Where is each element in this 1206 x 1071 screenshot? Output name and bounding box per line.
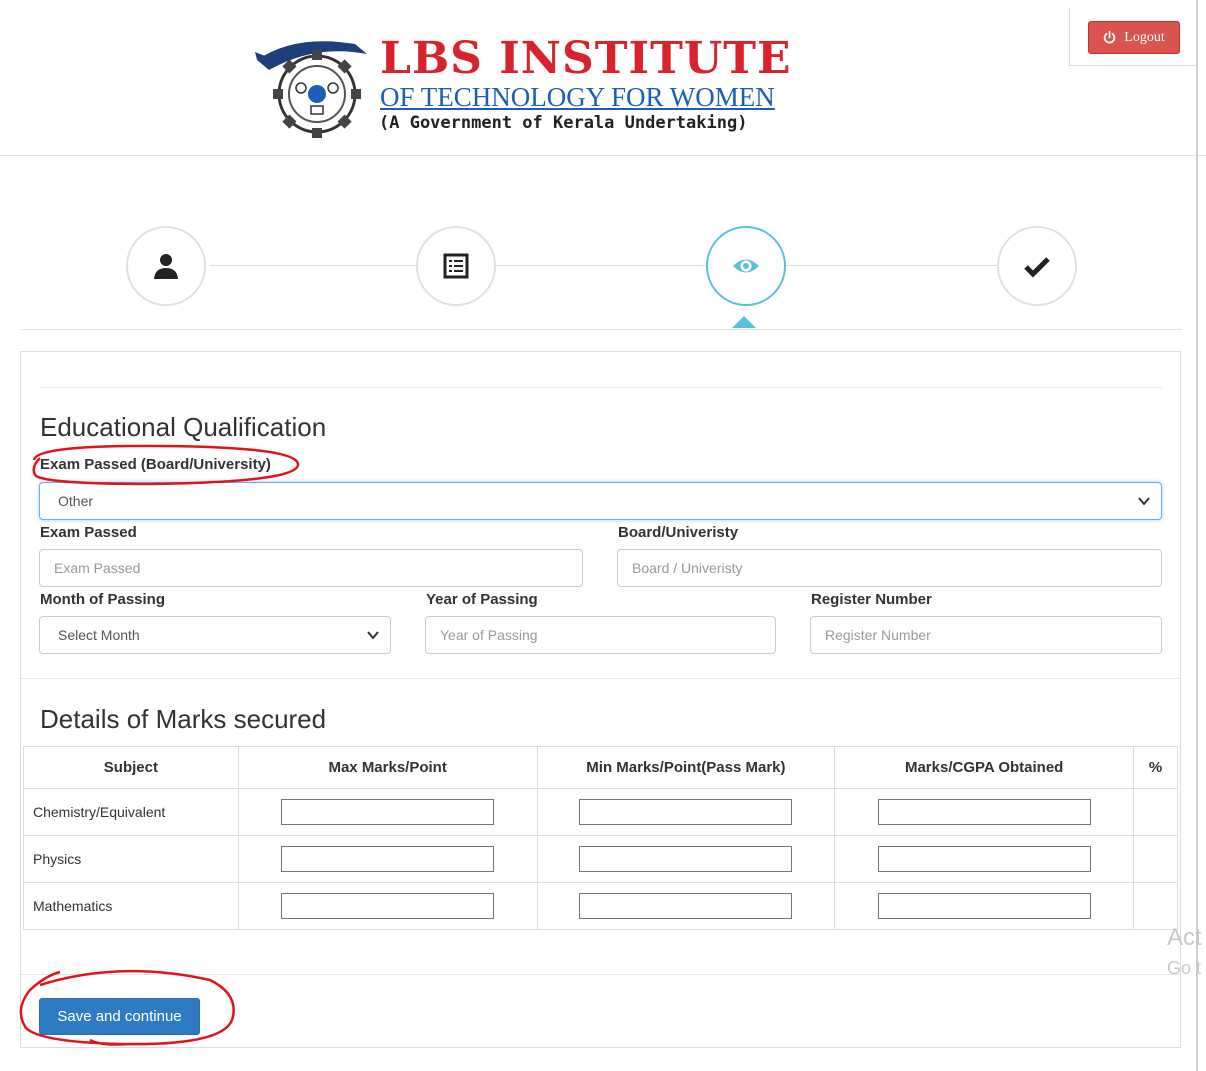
active-step-caret bbox=[732, 316, 756, 328]
table-row: Mathematics bbox=[23, 882, 1178, 930]
obtained-marks-input[interactable] bbox=[877, 846, 1091, 872]
table-header-row: Subject Max Marks/Point Min Marks/Point(… bbox=[23, 746, 1178, 789]
divider bbox=[39, 387, 1162, 388]
divider bbox=[21, 974, 1180, 975]
list-icon bbox=[443, 253, 469, 279]
marks-heading: Details of Marks secured bbox=[40, 704, 327, 734]
month-label: Month of Passing bbox=[40, 591, 165, 608]
page-header: LBS INSTITUTE OF TECHNOLOGY FOR WOMEN (A… bbox=[0, 0, 1206, 156]
logout-button[interactable]: Logout bbox=[1088, 21, 1180, 54]
register-label: Register Number bbox=[811, 591, 932, 608]
exam-passed-input[interactable] bbox=[39, 549, 583, 587]
table-row: Chemistry/Equivalent bbox=[23, 788, 1178, 836]
col-min-marks: Min Marks/Point(Pass Mark) bbox=[536, 746, 836, 789]
step-details[interactable] bbox=[416, 226, 496, 306]
col-obtained: Marks/CGPA Obtained bbox=[834, 746, 1135, 789]
scrollbar-edge bbox=[1196, 0, 1198, 1071]
chevron-down-icon bbox=[1138, 497, 1150, 506]
step-complete[interactable] bbox=[997, 226, 1077, 306]
logo-title: LBS INSTITUTE bbox=[380, 33, 792, 84]
educational-qualification-heading: Educational Qualification bbox=[40, 412, 327, 442]
logo-subtitle: OF TECHNOLOGY FOR WOMEN bbox=[380, 82, 775, 112]
gear-emblem-icon bbox=[255, 41, 367, 138]
col-percent: % bbox=[1133, 746, 1178, 789]
month-select[interactable]: Select Month bbox=[39, 616, 391, 654]
checkmark-icon bbox=[1024, 257, 1050, 278]
board-input[interactable] bbox=[617, 549, 1162, 587]
month-selected: Select Month bbox=[58, 627, 140, 643]
step-preview[interactable] bbox=[706, 226, 786, 306]
save-and-continue-button[interactable]: Save and continue bbox=[39, 998, 200, 1035]
divider bbox=[21, 678, 1180, 679]
min-marks-input[interactable] bbox=[579, 893, 793, 919]
logout-label: Logout bbox=[1124, 29, 1165, 45]
chevron-down-icon bbox=[367, 631, 379, 640]
eye-icon bbox=[733, 259, 759, 273]
obtained-marks-input[interactable] bbox=[877, 893, 1091, 919]
power-icon bbox=[1104, 31, 1116, 44]
subject-cell: Chemistry/Equivalent bbox=[23, 788, 239, 836]
watermark-line2: Go t bbox=[1167, 958, 1202, 978]
year-input[interactable] bbox=[425, 616, 776, 654]
max-marks-input[interactable] bbox=[281, 799, 495, 825]
form-panel: Educational Qualification Exam Passed (B… bbox=[20, 351, 1181, 1048]
percent-cell bbox=[1133, 835, 1178, 883]
watermark-line1: Act bbox=[1167, 924, 1202, 951]
institute-logo: LBS INSTITUTE OF TECHNOLOGY FOR WOMEN (A… bbox=[255, 30, 835, 140]
exam-board-selected: Other bbox=[58, 493, 94, 509]
max-marks-input[interactable] bbox=[281, 893, 495, 919]
year-label: Year of Passing bbox=[426, 591, 538, 608]
min-marks-input[interactable] bbox=[579, 846, 793, 872]
col-subject: Subject bbox=[23, 746, 239, 789]
board-label: Board/Univeristy bbox=[618, 524, 739, 541]
exam-board-select[interactable]: Other bbox=[39, 482, 1162, 520]
subject-cell: Physics bbox=[23, 835, 239, 883]
obtained-marks-input[interactable] bbox=[877, 799, 1091, 825]
percent-cell bbox=[1133, 882, 1178, 930]
marks-table: Subject Max Marks/Point Min Marks/Point(… bbox=[23, 746, 1178, 930]
percent-cell bbox=[1133, 788, 1178, 836]
logo-tagline: (A Government of Kerala Undertaking) bbox=[379, 113, 748, 133]
exam-board-label: Exam Passed (Board/University) bbox=[40, 456, 271, 473]
min-marks-input[interactable] bbox=[579, 799, 793, 825]
user-icon bbox=[154, 254, 178, 279]
max-marks-input[interactable] bbox=[281, 846, 495, 872]
steps-connector bbox=[210, 265, 1030, 266]
col-max-marks: Max Marks/Point bbox=[237, 746, 538, 789]
wizard-steps bbox=[20, 196, 1182, 330]
table-row: Physics bbox=[23, 835, 1178, 883]
register-input[interactable] bbox=[810, 616, 1162, 654]
exam-passed-label: Exam Passed bbox=[40, 524, 137, 541]
logout-container: Logout bbox=[1069, 8, 1197, 66]
step-personal[interactable] bbox=[126, 226, 206, 306]
subject-cell: Mathematics bbox=[23, 882, 239, 930]
